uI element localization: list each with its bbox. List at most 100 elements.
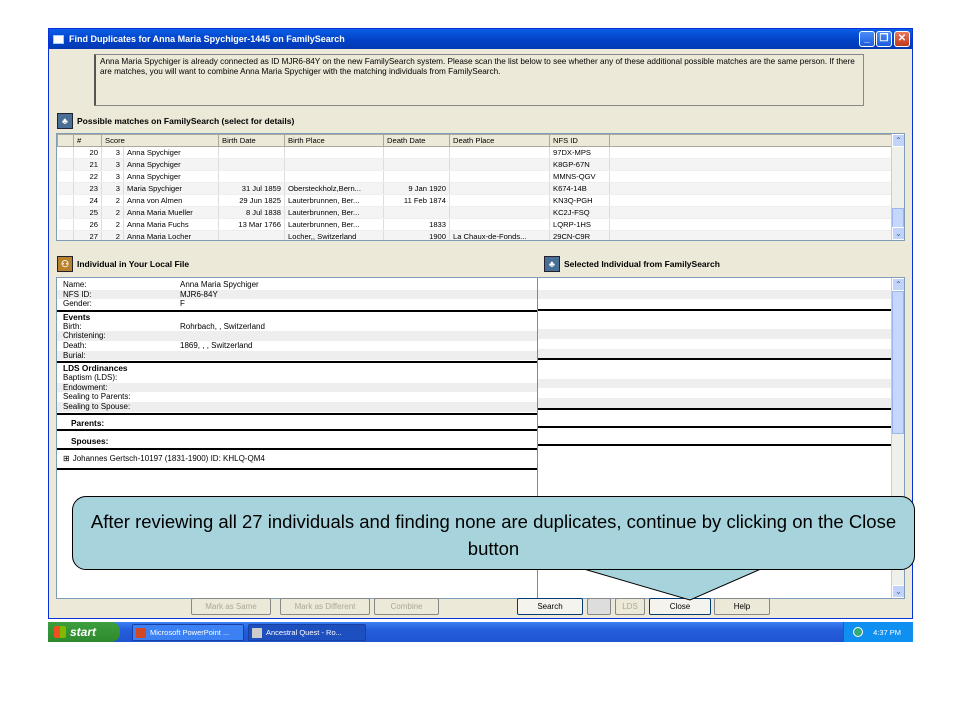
lds-heading: LDS Ordinances bbox=[57, 361, 537, 373]
taskbar-powerpoint-label: Microsoft PowerPoint ... bbox=[150, 628, 230, 637]
taskbar-aq-label: Ancestral Quest - Ro... bbox=[266, 628, 342, 637]
local-header: ⚇ Individual in Your Local File bbox=[57, 256, 189, 272]
table-cell bbox=[284, 158, 384, 171]
table-cell: Lauterbrunnen, Ber... bbox=[284, 218, 384, 231]
table-cell: 9 Jan 1920 bbox=[383, 182, 450, 195]
col-header-death-date[interactable]: Death Date bbox=[383, 134, 450, 147]
table-cell-empty bbox=[57, 182, 74, 195]
network-icon[interactable] bbox=[853, 627, 864, 637]
title-bar[interactable]: Find Duplicates for Anna Maria Spychiger… bbox=[49, 29, 912, 49]
grid-header-row: # Score Birth Date Birth Place Death Dat… bbox=[57, 134, 894, 147]
powerpoint-icon bbox=[136, 627, 146, 638]
table-cell bbox=[383, 146, 450, 159]
minimize-button[interactable]: _ bbox=[859, 31, 875, 47]
mark-same-button[interactable]: Mark as Same bbox=[191, 597, 271, 615]
col-header-nfs-id[interactable]: NFS ID bbox=[549, 134, 610, 147]
info-text: Anna Maria Spychiger is already connecte… bbox=[94, 54, 864, 106]
table-cell: 3 bbox=[101, 182, 124, 195]
instruction-callout: After reviewing all 27 individuals and f… bbox=[72, 496, 915, 570]
matches-scrollbar[interactable]: ⌃ ⌄ bbox=[891, 134, 904, 240]
table-cell-empty bbox=[57, 206, 74, 219]
table-cell-empty bbox=[57, 158, 74, 171]
scroll-up-button[interactable]: ⌃ bbox=[892, 134, 904, 147]
table-row[interactable]: 27 2 Anna Maria Locher Locher,, Switzerland… bbox=[57, 230, 894, 240]
table-cell bbox=[449, 146, 550, 159]
window-title: Find Duplicates for Anna Maria Spychiger… bbox=[69, 34, 345, 44]
table-row[interactable]: 21 3 Anna Spychiger K8GP-67N bbox=[57, 158, 894, 171]
detail-burial: Burial: bbox=[57, 350, 537, 361]
table-cell bbox=[284, 170, 384, 183]
col-header-score[interactable]: Score bbox=[101, 134, 219, 147]
ancestral-quest-icon bbox=[252, 627, 262, 638]
table-cell: KC2J-FSQ bbox=[549, 206, 610, 219]
expand-icon[interactable]: ⊞ bbox=[63, 454, 70, 468]
table-cell: 1900 bbox=[383, 230, 450, 240]
start-button[interactable]: start bbox=[48, 622, 120, 642]
table-cell: Anna von Almen bbox=[123, 194, 219, 207]
table-row[interactable]: 24 2 Anna von Almen 29 Jun 1825 Lauterbrunne… bbox=[57, 194, 894, 207]
table-row[interactable]: 23 3 Maria Spychiger 31 Jul 1859 Obersteckho… bbox=[57, 182, 894, 195]
parents-heading: Parents: bbox=[57, 412, 537, 431]
detail-sealing-parents: Sealing to Parents: bbox=[63, 392, 131, 402]
table-cell: 27 bbox=[73, 230, 102, 240]
col-header-birth-place[interactable]: Birth Place bbox=[284, 134, 384, 147]
table-cell-empty bbox=[609, 230, 894, 240]
table-cell: Anna Maria Locher bbox=[123, 230, 219, 240]
table-cell: MMNS-QGV bbox=[549, 170, 610, 183]
details-scroll-thumb[interactable] bbox=[892, 291, 904, 434]
table-cell: 1833 bbox=[383, 218, 450, 231]
grid-corner bbox=[57, 134, 74, 147]
table-row[interactable]: 26 2 Anna Maria Fuchs 13 Mar 1766 Lauterbrun… bbox=[57, 218, 894, 231]
table-cell bbox=[383, 158, 450, 171]
table-cell: 2 bbox=[101, 218, 124, 231]
combine-button[interactable]: Combine bbox=[374, 597, 439, 615]
table-row[interactable]: 20 3 Anna Spychiger 97DX-MPS bbox=[57, 146, 894, 159]
family-icon: ⚇ bbox=[57, 256, 73, 272]
table-cell: 23 bbox=[73, 182, 102, 195]
table-cell bbox=[383, 206, 450, 219]
scroll-thumb[interactable] bbox=[892, 208, 904, 228]
table-cell-empty bbox=[57, 218, 74, 231]
table-cell bbox=[449, 158, 550, 171]
table-cell: Obersteckholz,Bern... bbox=[284, 182, 384, 195]
events-heading: Events bbox=[57, 309, 537, 322]
table-cell: 3 bbox=[101, 170, 124, 183]
table-cell: 97DX-MPS bbox=[549, 146, 610, 159]
col-header-number[interactable]: # bbox=[73, 134, 102, 147]
taskbar-item-powerpoint[interactable]: Microsoft PowerPoint ... bbox=[132, 624, 244, 641]
table-cell bbox=[218, 158, 285, 171]
detail-birth: Birth: Rohrbach, , Switzerland bbox=[63, 321, 265, 331]
table-cell bbox=[383, 170, 450, 183]
taskbar: start Microsoft PowerPoint ... Ancestral… bbox=[48, 622, 913, 642]
table-cell-empty bbox=[609, 146, 894, 159]
table-cell: KN3Q-PGH bbox=[549, 194, 610, 207]
col-header-filler bbox=[609, 134, 894, 147]
table-cell: Locher,, Switzerland bbox=[284, 230, 384, 240]
mark-different-button[interactable]: Mark as Different bbox=[280, 597, 370, 615]
taskbar-item-ancestral-quest[interactable]: Ancestral Quest - Ro... bbox=[248, 624, 366, 641]
table-cell: Lauterbrunnen, Ber... bbox=[284, 206, 384, 219]
spouse-entry[interactable]: ⊞ Johannes Gertsch-10197 (1831-1900) ID:… bbox=[57, 450, 537, 468]
table-cell: 13 Mar 1766 bbox=[218, 218, 285, 231]
table-cell bbox=[449, 194, 550, 207]
details-scroll-up[interactable]: ⌃ bbox=[892, 278, 904, 291]
scroll-down-button[interactable]: ⌄ bbox=[892, 227, 904, 240]
table-cell: 29CN-C9R bbox=[549, 230, 610, 240]
local-title: Individual in Your Local File bbox=[77, 259, 190, 269]
table-cell: K8GP-67N bbox=[549, 158, 610, 171]
maximize-button[interactable]: ❐ bbox=[876, 31, 892, 47]
matches-grid[interactable]: # Score Birth Date Birth Place Death Dat… bbox=[56, 133, 905, 241]
table-cell-empty bbox=[57, 146, 74, 159]
detail-sealing-spouse: Sealing to Spouse: bbox=[57, 401, 537, 412]
table-cell: 2 bbox=[101, 206, 124, 219]
table-row[interactable]: 22 3 Anna Spychiger MMNS-QGV bbox=[57, 170, 894, 183]
detail-nfs-id: NFS ID: MJR6-84Y bbox=[57, 289, 537, 300]
table-cell-empty bbox=[609, 158, 894, 171]
col-header-birth-date[interactable]: Birth Date bbox=[218, 134, 285, 147]
table-cell: 21 bbox=[73, 158, 102, 171]
selected-title: Selected Individual from FamilySearch bbox=[564, 259, 720, 269]
close-window-button[interactable]: ✕ bbox=[894, 31, 910, 47]
table-row[interactable]: 25 2 Anna Maria Mueller 8 Jul 1838 Lauterbru… bbox=[57, 206, 894, 219]
table-cell: 2 bbox=[101, 194, 124, 207]
col-header-death-place[interactable]: Death Place bbox=[449, 134, 550, 147]
